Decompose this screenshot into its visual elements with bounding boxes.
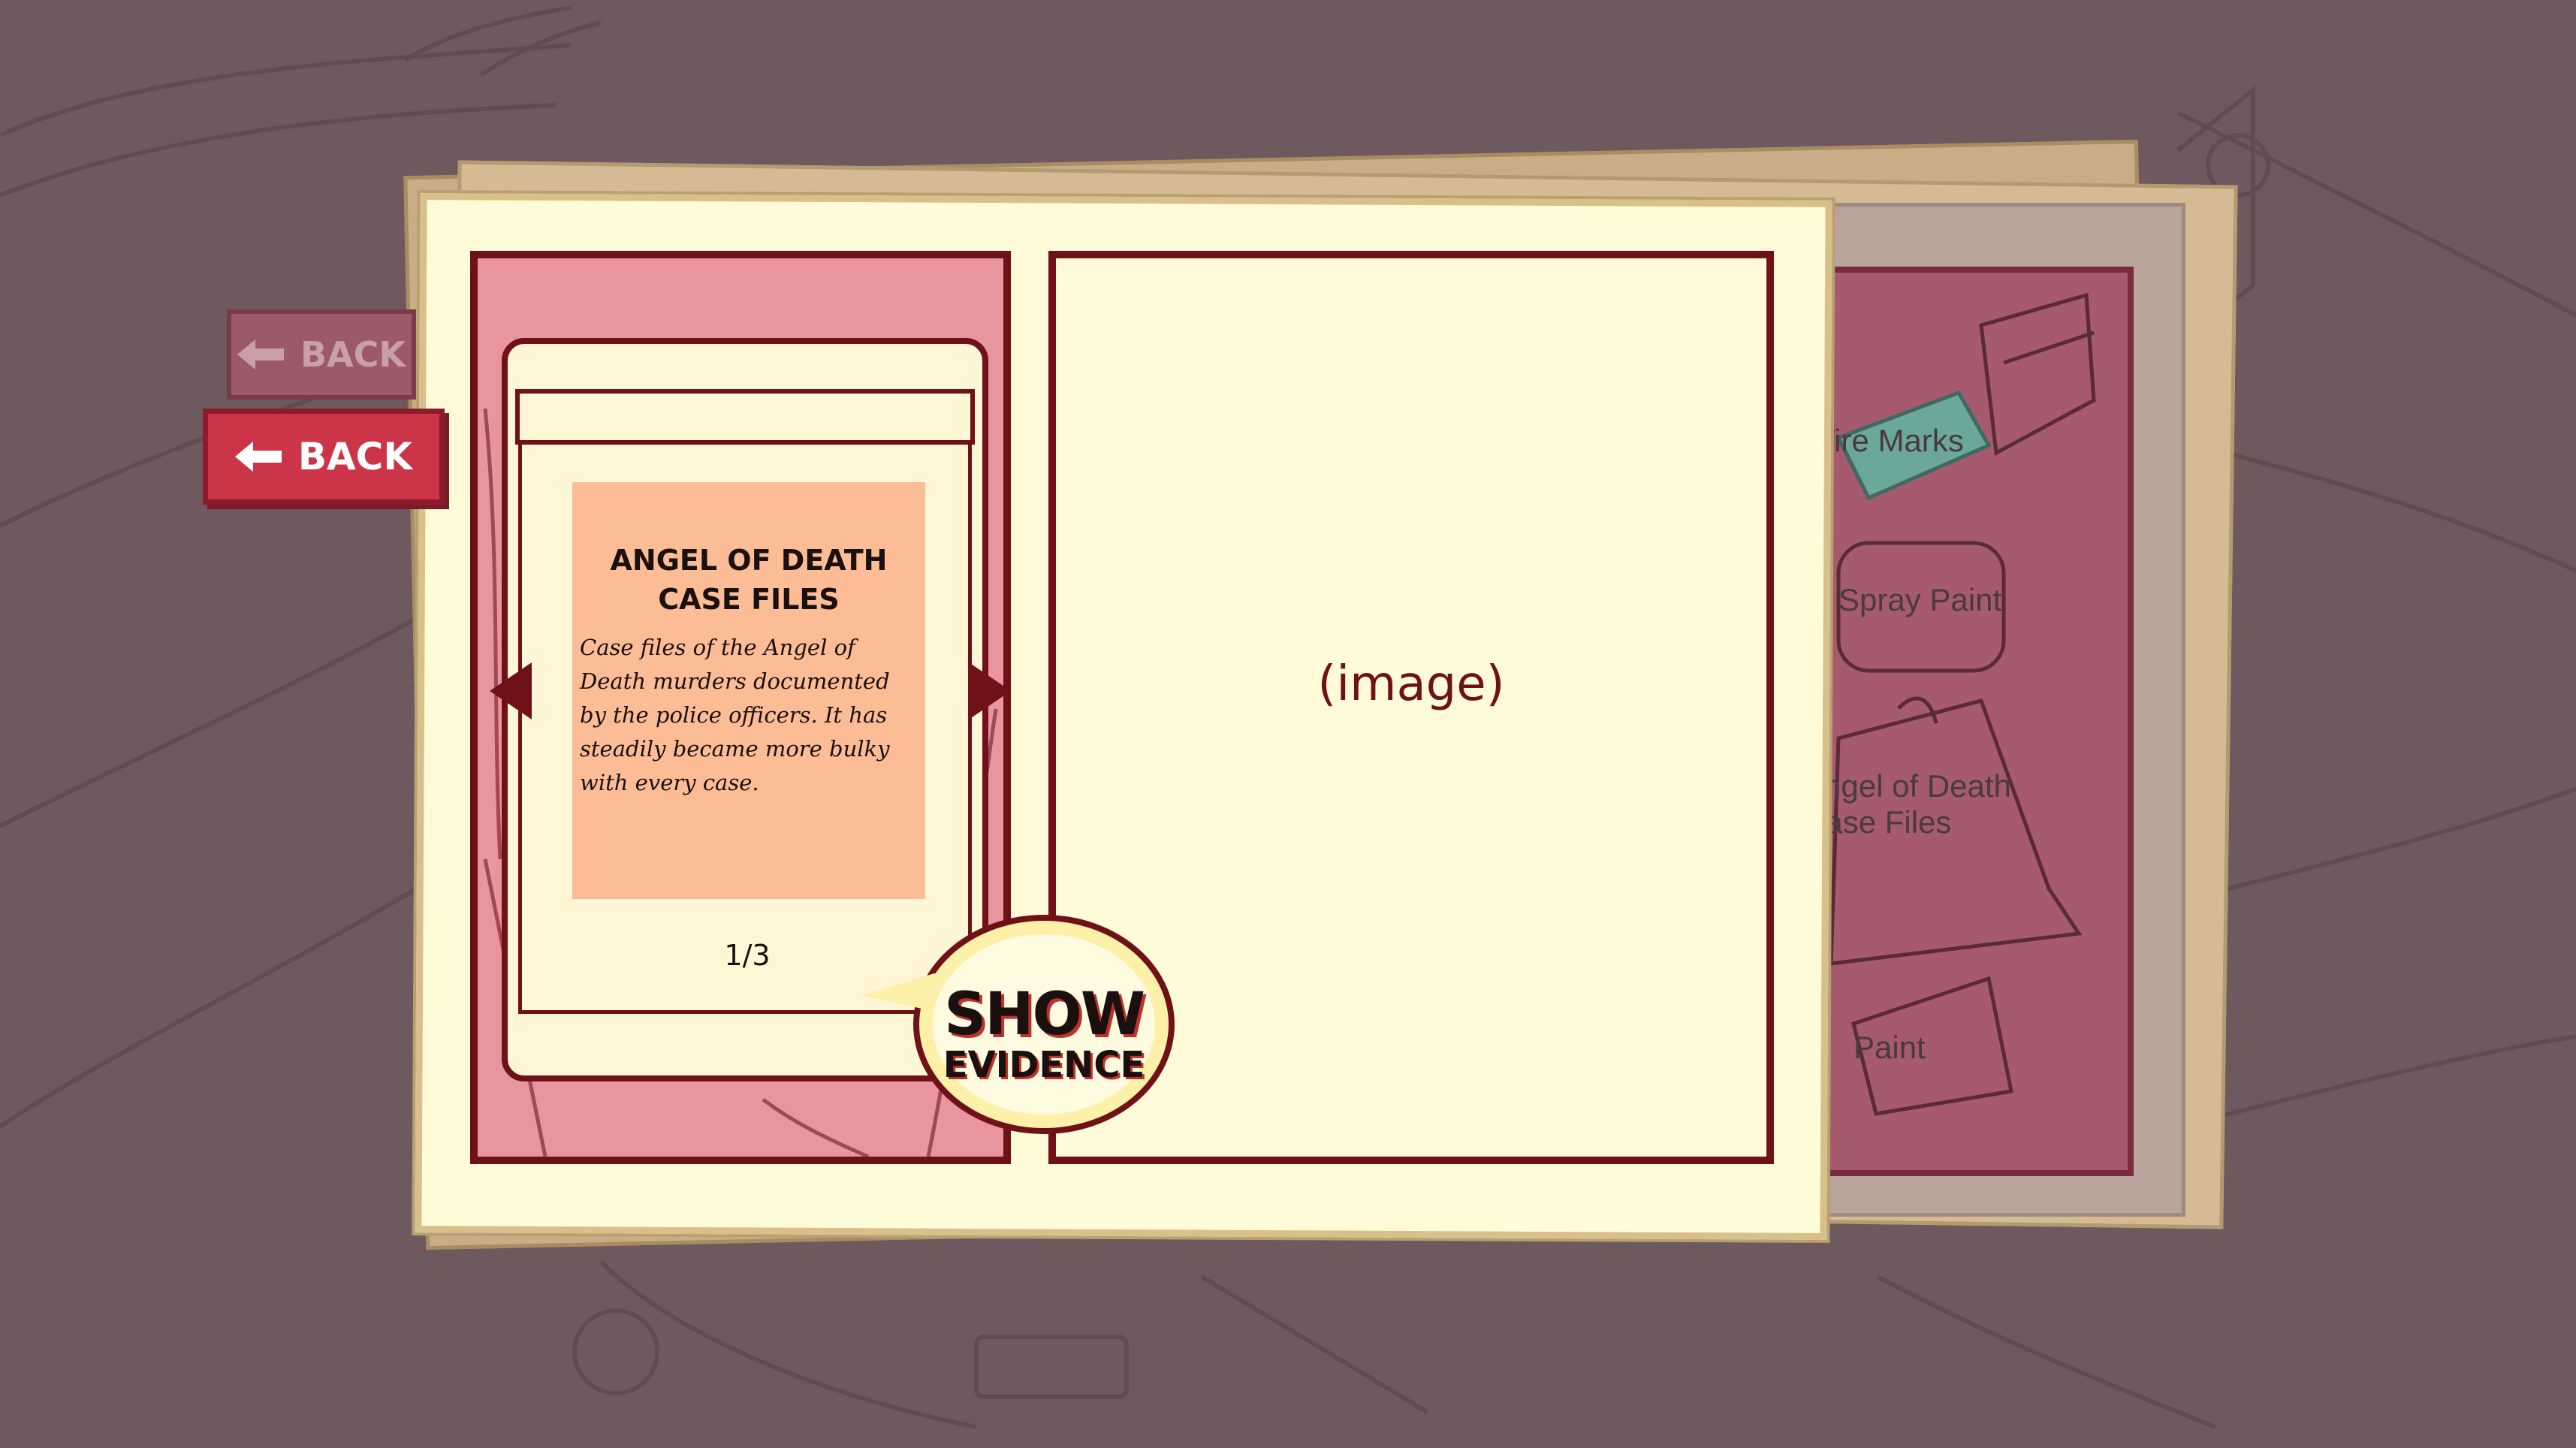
evidence-title-line1: ANGEL OF DEATH (610, 544, 888, 577)
evidence-info-box: ANGEL OF DEATH CASE FILES Case files of … (572, 482, 925, 899)
evidence-item-label: Paint (1854, 1030, 1926, 1065)
game-screen: Tire Marks Spray Paint Angel of Death Ca… (0, 0, 2576, 1448)
back-arrow-icon (234, 442, 282, 472)
back-button-label: BACK (297, 435, 413, 478)
show-evidence-button[interactable]: SHOW EVIDENCE (861, 915, 1175, 1134)
evidence-image-placeholder: (image) (1317, 656, 1505, 712)
show-evidence-label-line2: EVIDENCE (943, 1044, 1145, 1086)
previous-arrow-icon[interactable] (490, 662, 532, 719)
evidence-item-spray-paint[interactable]: Spray Paint (1838, 582, 2001, 618)
evidence-item-label: Tire Marks (1816, 423, 1964, 458)
evidence-item-tire-marks[interactable]: Tire Marks (1816, 423, 1964, 459)
next-arrow-icon[interactable] (969, 662, 1011, 719)
evidence-item-label: Angel of Death (1802, 768, 2011, 804)
evidence-item-case-files[interactable]: Angel of Death Case Files (1802, 768, 2011, 840)
back-button-label: BACK (300, 334, 406, 375)
evidence-title-line2: CASE FILES (658, 583, 840, 616)
evidence-sketches (1829, 292, 2096, 1116)
page-indicator: 1/3 (724, 939, 771, 972)
evidence-card-clip (515, 389, 975, 445)
evidence-item-label: Case Files (1802, 804, 1952, 840)
back-button[interactable]: BACK (203, 409, 445, 505)
evidence-inventory-panel: Tire Marks Spray Paint Angel of Death Ca… (1802, 267, 2134, 1176)
back-button-inactive: BACK (227, 309, 416, 400)
evidence-item-label: Spray Paint (1838, 582, 2002, 617)
evidence-item-paint[interactable]: Paint (1854, 1030, 1926, 1066)
show-evidence-label-line1: SHOW (944, 981, 1145, 1048)
back-arrow-icon (237, 339, 284, 370)
evidence-description: Case files of the Angel of Death murders… (580, 635, 890, 795)
